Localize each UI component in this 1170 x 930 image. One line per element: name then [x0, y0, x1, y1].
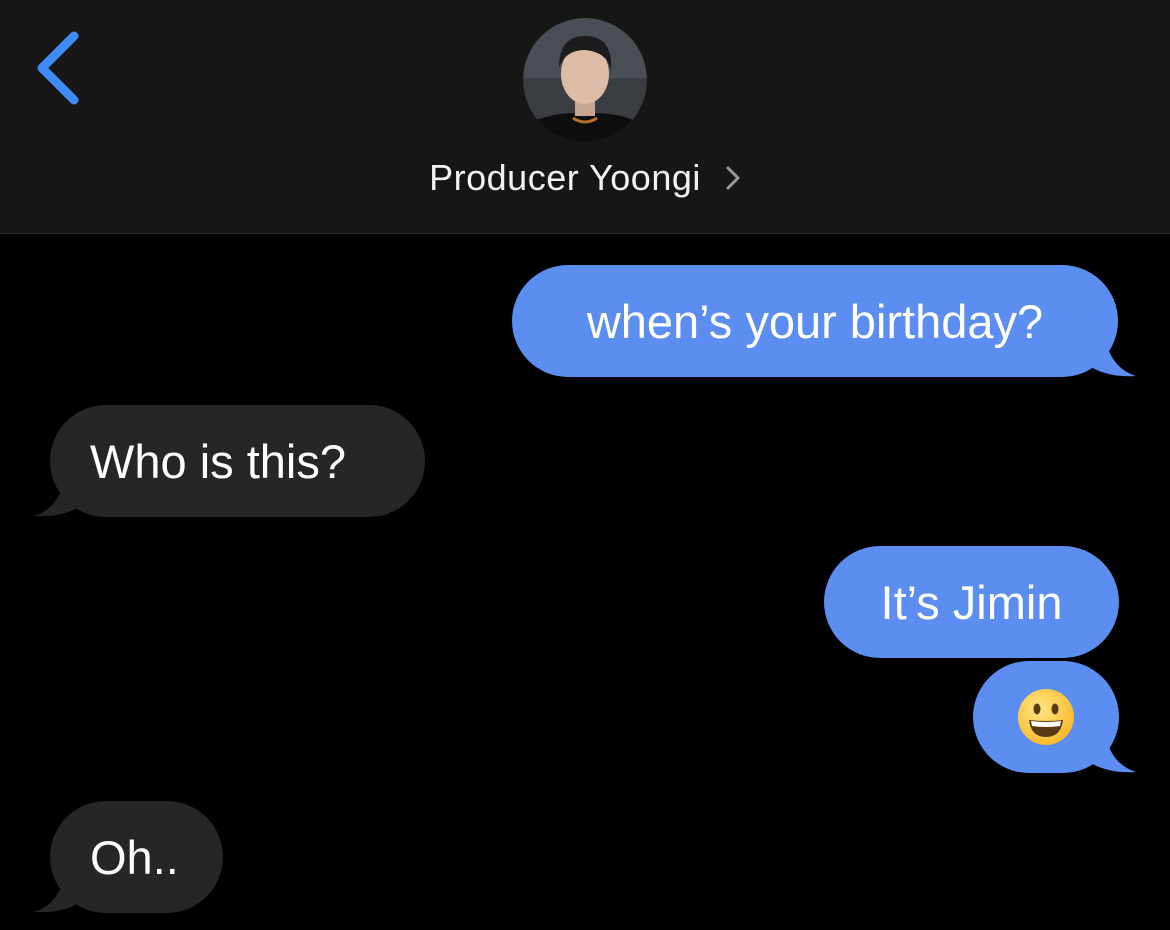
message-text: when’s your birthday?: [586, 294, 1044, 348]
message-text: Who is this?: [90, 434, 346, 488]
chevron-right-icon: [726, 166, 740, 190]
message-text: It’s Jimin: [880, 575, 1063, 629]
message-bubble-sent[interactable]: when’s your birthday?: [512, 265, 1118, 377]
avatar[interactable]: [523, 18, 647, 142]
message-bubble-sent-emoji[interactable]: [973, 661, 1119, 773]
contact-name-button[interactable]: Producer Yoongi: [0, 150, 1170, 206]
conversation-header: Producer Yoongi: [0, 0, 1170, 234]
contact-name: Producer Yoongi: [429, 157, 701, 198]
grinning-face-icon: [1018, 689, 1074, 745]
message-bubble-sent[interactable]: It’s Jimin: [824, 546, 1119, 658]
back-chevron-icon[interactable]: [26, 26, 96, 110]
message-bubble-received[interactable]: Who is this?: [50, 405, 425, 517]
message-bubble-received[interactable]: Oh..: [50, 801, 223, 913]
message-text: Oh..: [90, 830, 179, 884]
